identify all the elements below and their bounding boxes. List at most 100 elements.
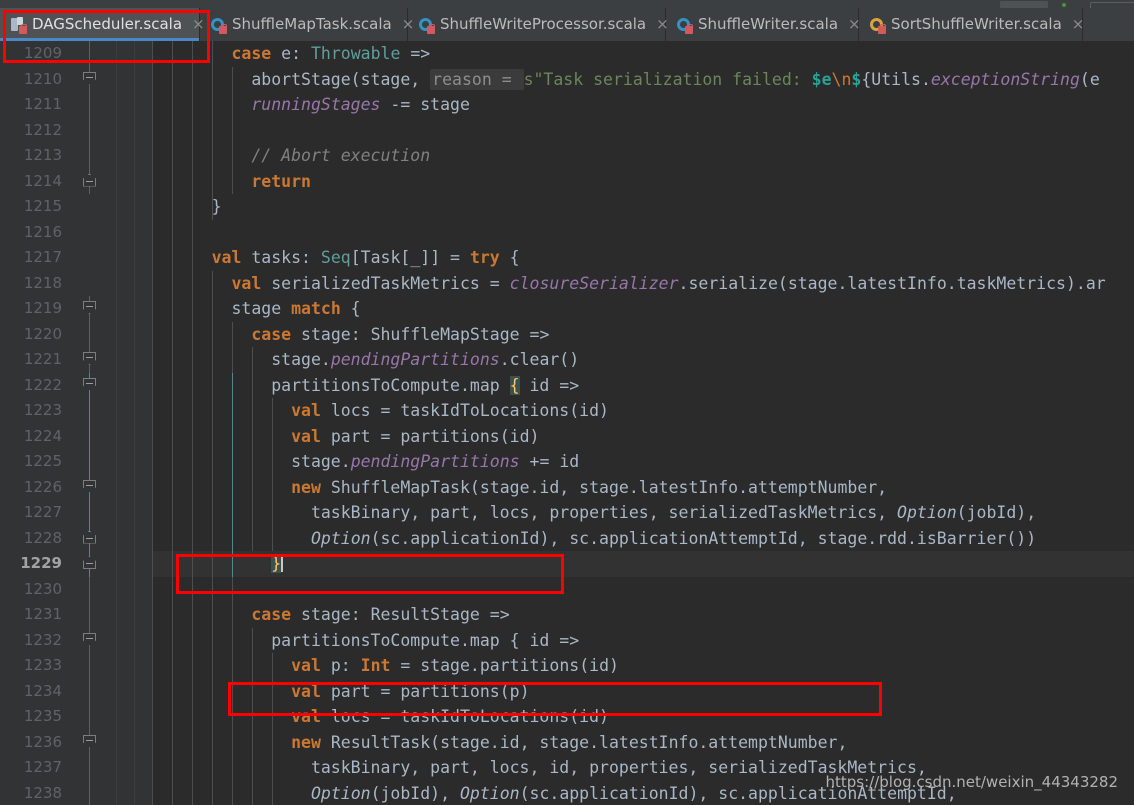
fold-column[interactable] <box>80 117 100 143</box>
line-number: 1222 <box>23 375 62 394</box>
run-indicator-dot-icon <box>1062 3 1066 7</box>
fold-column[interactable] <box>80 194 100 220</box>
fold-expand-icon[interactable] <box>83 734 96 748</box>
line-number: 1229 <box>20 554 62 572</box>
code-line-1232[interactable]: 1232 partitionsToCompute.map { id => <box>0 627 1134 653</box>
fold-column[interactable] <box>80 143 100 169</box>
line-number: 1234 <box>23 681 62 700</box>
code-line-1219[interactable]: 1219 stage match { <box>0 296 1134 322</box>
tab-sortshufflewriter-scala[interactable]: SortShuffleWriter.scala × <box>859 8 1085 41</box>
code-line-1214[interactable]: 1214 return <box>0 168 1134 194</box>
fold-expand-icon[interactable] <box>83 352 96 365</box>
code-line-1210[interactable]: 1210 abortStage(stage, reason = s"Task s… <box>0 66 1134 92</box>
code-line-1224[interactable]: 1224 val part = partitions(id) <box>0 423 1134 449</box>
line-number: 1235 <box>23 707 62 725</box>
code-line-1220[interactable]: 1220 case stage: ShuffleMapStage => <box>0 321 1134 347</box>
fold-expand-icon[interactable] <box>83 632 96 646</box>
code-line-1228[interactable]: 1228 Option(sc.applicationId), sc.applic… <box>0 525 1134 551</box>
code-text: val part = partitions(p) <box>152 678 530 704</box>
code-line-1221[interactable]: 1221 stage.pendingPartitions.clear() <box>0 347 1134 373</box>
line-number: 1237 <box>23 758 62 776</box>
fold-expand-icon[interactable] <box>83 479 96 493</box>
fold-column[interactable] <box>80 41 100 67</box>
code-line-1231[interactable]: 1231 case stage: ResultStage => <box>0 602 1134 628</box>
fold-column[interactable] <box>80 653 100 679</box>
fold-column[interactable] <box>80 627 100 653</box>
code-text: partitionsToCompute.map { id => <box>152 627 579 653</box>
code-line-1229[interactable]: 1229 } <box>0 551 1134 577</box>
fold-column[interactable] <box>80 500 100 526</box>
code-line-1235[interactable]: 1235 val locs = taskIdToLocations(id) <box>0 704 1134 730</box>
fold-column[interactable] <box>80 296 100 322</box>
code-line-1230[interactable]: 1230 <box>0 576 1134 602</box>
code-line-1234[interactable]: 1234 val part = partitions(p) <box>0 678 1134 704</box>
fold-column[interactable] <box>80 525 100 551</box>
fold-column[interactable] <box>80 168 100 194</box>
line-number: 1236 <box>23 732 62 751</box>
scala-class-icon <box>676 17 693 34</box>
fold-column[interactable] <box>80 321 100 347</box>
line-number: 1214 <box>23 171 62 190</box>
tab-shufflemaptask-scala[interactable]: ShuffleMapTask.scala × <box>200 8 414 41</box>
code-text: abortStage(stage, reason = s"Task serial… <box>152 66 1100 92</box>
fold-column[interactable] <box>80 755 100 781</box>
code-line-1223[interactable]: 1223 val locs = taskIdToLocations(id) <box>0 398 1134 424</box>
code-line-1217[interactable]: 1217 val tasks: Seq[Task[_]] = try { <box>0 245 1134 271</box>
tab-label: ShuffleMapTask.scala <box>232 15 392 33</box>
scala-file-icon <box>10 16 27 34</box>
fold-column[interactable] <box>80 704 100 730</box>
code-text: } <box>152 551 284 577</box>
code-line-1216[interactable]: 1216 <box>0 219 1134 246</box>
fold-column[interactable] <box>80 66 100 92</box>
fold-column[interactable] <box>80 245 100 271</box>
watermark-text: https://blog.csdn.net/weixin_44343282 <box>825 773 1118 791</box>
code-line-1211[interactable]: 1211 runningStages -= stage <box>0 92 1134 118</box>
fold-column[interactable] <box>80 423 100 449</box>
fold-collapse-icon[interactable] <box>83 173 96 187</box>
fold-expand-icon[interactable] <box>83 301 96 314</box>
line-number: 1238 <box>23 783 62 802</box>
code-line-1226[interactable]: 1226 new ShuffleMapTask(stage.id, stage.… <box>0 474 1134 500</box>
tab-dagscheduler-scala[interactable]: DAGScheduler.scala × <box>0 8 205 41</box>
fold-column[interactable] <box>80 372 100 398</box>
fold-column[interactable] <box>80 576 100 602</box>
code-line-1222[interactable]: 1222 partitionsToCompute.map { id => <box>0 372 1134 398</box>
code-line-1218[interactable]: 1218 val serializedTaskMetrics = closure… <box>0 270 1134 297</box>
line-number: 1220 <box>23 324 62 343</box>
code-text: val locs = taskIdToLocations(id) <box>152 398 609 424</box>
tab-close-icon[interactable]: × <box>1072 17 1085 32</box>
line-number: 1209 <box>23 44 62 62</box>
fold-column[interactable] <box>80 220 100 246</box>
tab-shufflewriteprocessor-scala[interactable]: ShuffleWriteProcessor.scala × <box>408 8 669 41</box>
code-line-1227[interactable]: 1227 taskBinary, part, locs, properties,… <box>0 500 1134 526</box>
fold-column[interactable] <box>80 271 100 297</box>
tab-label: ShuffleWriteProcessor.scala <box>440 15 647 33</box>
fold-column[interactable] <box>80 92 100 118</box>
fold-collapse-icon[interactable] <box>83 530 96 544</box>
scala-object-icon <box>869 17 886 34</box>
fold-column[interactable] <box>80 347 100 373</box>
fold-column[interactable] <box>80 551 100 577</box>
fold-collapse-icon[interactable] <box>83 556 96 569</box>
code-line-1225[interactable]: 1225 stage.pendingPartitions += id <box>0 449 1134 475</box>
code-line-1212[interactable]: 1212 <box>0 117 1134 143</box>
editor-tab-bar[interactable]: DAGScheduler.scala × ShuffleMapTask.scal… <box>0 8 1134 41</box>
code-line-1209[interactable]: 1209 case e: Throwable => <box>0 41 1134 67</box>
code-line-1215[interactable]: 1215 } <box>0 194 1134 220</box>
fold-expand-icon[interactable] <box>83 377 96 391</box>
fold-column[interactable] <box>80 678 100 704</box>
code-line-1233[interactable]: 1233 val p: Int = stage.partitions(id) <box>0 653 1134 679</box>
code-line-1236[interactable]: 1236 new ResultTask(stage.id, stage.late… <box>0 729 1134 755</box>
fold-column[interactable] <box>80 780 100 805</box>
tab-shufflewriter-scala[interactable]: ShuffleWriter.scala × <box>666 8 861 41</box>
code-editor[interactable]: 1209 case e: Throwable => 1210 abortStag… <box>0 41 1134 805</box>
line-number: 1218 <box>23 273 62 292</box>
fold-column[interactable] <box>80 729 100 755</box>
code-text: val tasks: Seq[Task[_]] = try { <box>152 245 520 271</box>
fold-column[interactable] <box>80 398 100 424</box>
code-line-1213[interactable]: 1213 // Abort execution <box>0 143 1134 169</box>
fold-expand-icon[interactable] <box>83 71 96 85</box>
fold-column[interactable] <box>80 474 100 500</box>
fold-column[interactable] <box>80 602 100 628</box>
fold-column[interactable] <box>80 449 100 475</box>
